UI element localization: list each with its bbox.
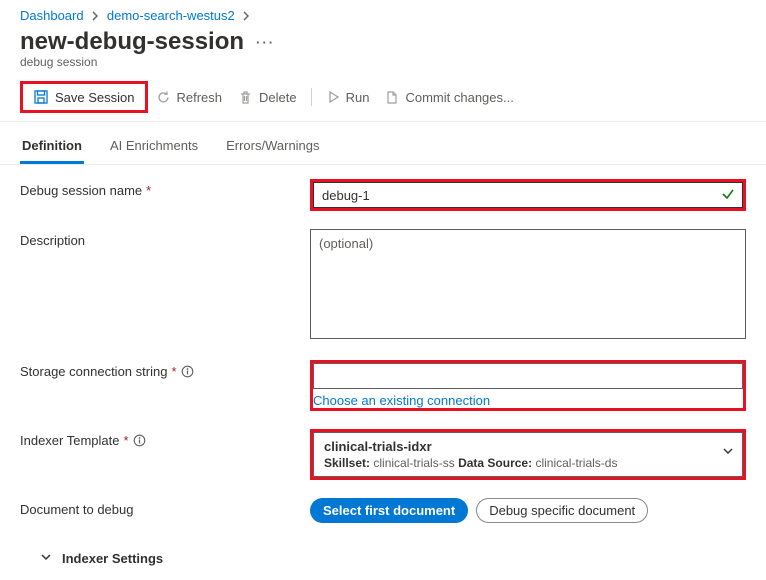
description-label: Description — [20, 233, 85, 248]
required-icon: * — [146, 183, 151, 198]
tab-ai-enrichments[interactable]: AI Enrichments — [108, 132, 200, 164]
refresh-icon — [156, 90, 171, 105]
indexer-settings-label: Indexer Settings — [62, 551, 163, 566]
info-icon[interactable] — [133, 434, 146, 447]
toolbar-separator — [311, 88, 312, 106]
save-button[interactable]: Save Session — [25, 85, 143, 109]
tabs: Definition AI Enrichments Errors/Warning… — [0, 122, 766, 165]
chevron-down-icon — [722, 445, 734, 460]
commit-label: Commit changes... — [405, 90, 513, 105]
delete-button[interactable]: Delete — [230, 86, 305, 109]
highlight-name — [310, 179, 746, 211]
storage-label: Storage connection string — [20, 364, 167, 379]
page-subtitle: debug session — [0, 55, 766, 77]
run-label: Run — [346, 90, 370, 105]
name-input[interactable] — [313, 182, 743, 208]
debug-specific-document-button[interactable]: Debug specific document — [476, 498, 648, 523]
refresh-button[interactable]: Refresh — [148, 86, 231, 109]
highlight-save: Save Session — [20, 81, 148, 113]
refresh-label: Refresh — [177, 90, 223, 105]
breadcrumb: Dashboard demo-search-westus2 — [0, 0, 766, 27]
tab-errors-warnings[interactable]: Errors/Warnings — [224, 132, 321, 164]
chevron-right-icon — [238, 8, 254, 23]
info-icon[interactable] — [181, 365, 194, 378]
form: Debug session name * Description Storage… — [0, 165, 766, 580]
run-button[interactable]: Run — [318, 86, 378, 109]
document-label: Document to debug — [20, 502, 133, 517]
page-title: new-debug-session — [20, 29, 244, 55]
indexer-value: clinical-trials-idxr — [324, 439, 714, 454]
skillset-label: Skillset: — [324, 456, 370, 470]
choose-connection-link[interactable]: Choose an existing connection — [313, 393, 490, 408]
toolbar: Save Session Refresh Delete Run Commit c… — [0, 77, 766, 122]
highlight-indexer: clinical-trials-idxr Skillset: clinical-… — [310, 429, 746, 480]
save-icon — [33, 89, 49, 105]
trash-icon — [238, 90, 253, 105]
name-label: Debug session name — [20, 183, 142, 198]
play-icon — [326, 90, 340, 104]
description-input[interactable] — [310, 229, 746, 339]
indexer-label: Indexer Template — [20, 433, 120, 448]
document-icon — [385, 90, 399, 105]
highlight-storage: Choose an existing connection — [310, 360, 746, 411]
more-button[interactable]: ··· — [256, 35, 275, 50]
commit-button[interactable]: Commit changes... — [377, 86, 521, 109]
check-icon — [721, 187, 735, 204]
chevron-down-icon — [40, 551, 52, 566]
breadcrumb-current[interactable]: demo-search-westus2 — [107, 8, 235, 23]
indexer-select[interactable]: clinical-trials-idxr Skillset: clinical-… — [313, 432, 743, 477]
skillset-value: clinical-trials-ss — [373, 456, 454, 470]
breadcrumb-root[interactable]: Dashboard — [20, 8, 84, 23]
required-icon: * — [171, 364, 176, 379]
indexer-settings-expander[interactable]: Indexer Settings — [20, 541, 746, 566]
datasource-label: Data Source: — [458, 456, 532, 470]
tab-definition[interactable]: Definition — [20, 132, 84, 164]
storage-input[interactable] — [313, 363, 743, 389]
delete-label: Delete — [259, 90, 297, 105]
save-label: Save Session — [55, 90, 135, 105]
select-first-document-button[interactable]: Select first document — [310, 498, 468, 523]
chevron-right-icon — [87, 8, 103, 23]
required-icon: * — [124, 433, 129, 448]
datasource-value: clinical-trials-ds — [535, 456, 617, 470]
